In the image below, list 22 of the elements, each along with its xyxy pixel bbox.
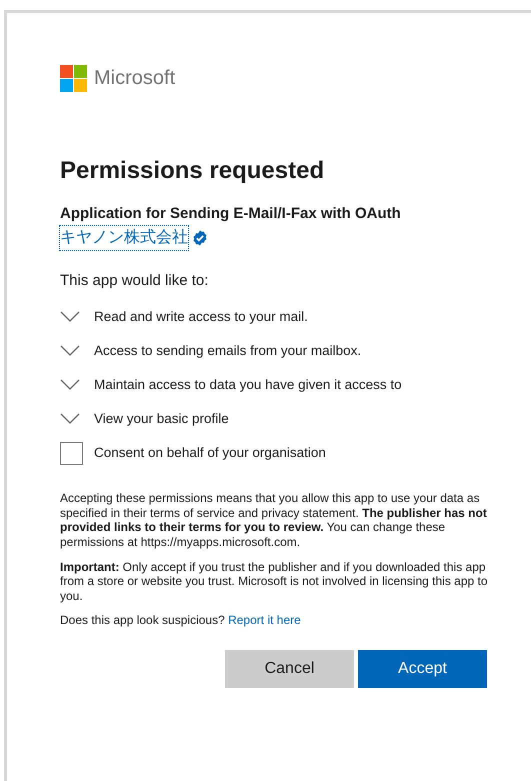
consent-checkbox[interactable] [60,442,83,465]
permission-text: Access to sending emails from your mailbox. [94,342,362,360]
logo-icon [60,64,87,92]
app-name: Application for Sending E-Mail/I-Fax with OAuth [60,204,402,224]
brand-name: Microsoft [94,66,176,91]
chevron-icon[interactable] [60,311,80,323]
permission-text: Maintain access to data you have given it access to [94,376,402,394]
accept-button[interactable]: Accept [358,650,487,688]
suspicious-question: Does this app look suspicious? Report it here [60,613,302,628]
report-link[interactable]: Report it here [228,613,301,628]
consent-label: Consent on behalf of your organisation [94,444,326,462]
chevron-icon[interactable] [60,413,80,425]
notice-paragraph: Important: Only accept if you trust the publisher and if you downloaded this app from a store or website you trust. Microsoft is not involved in licensing this app to you. [60,560,489,604]
cancel-button[interactable]: Cancel [225,650,354,688]
chevron-icon[interactable] [60,379,80,391]
intro-text: This app would like to: [60,270,210,290]
notice-paragraph: Accepting these permissions means that you allow this app to use your data as specified in their terms of service and privacy statement. The publisher has not provided links to their terms for you to review. You can change these permissions at https://myapps.microsoft.com. [60,491,488,550]
permission-text: Read and write access to your mail. [94,308,308,326]
permission-text: View your basic profile [94,410,229,428]
page-title: Permissions requested [60,156,326,186]
publisher-link[interactable]: キヤノン株式会社 [60,226,188,250]
chevron-icon[interactable] [60,345,80,357]
